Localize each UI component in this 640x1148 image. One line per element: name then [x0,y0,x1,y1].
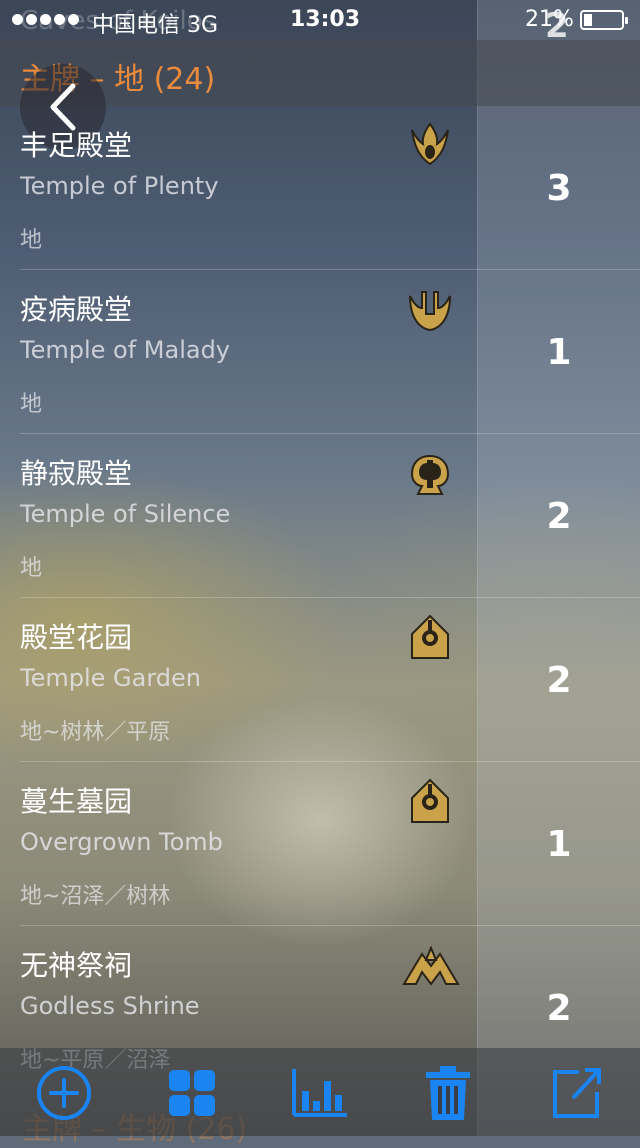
card-name-en: Temple of Malady [20,336,231,364]
card-name-cn: 无神祭祠 [20,949,133,982]
card-row[interactable]: 疫病殿堂 Temple of Malady 地 1 [0,270,640,434]
statistics-button[interactable] [290,1064,350,1122]
add-icon [37,1066,91,1120]
grid-icon [169,1070,215,1116]
m15-set-icon [409,291,451,332]
card-name-cn: 丰足殿堂 [20,129,133,162]
m15-set-icon [410,454,450,495]
card-type: 地~沼泽／树林 [20,884,171,909]
card-count: 2 [546,495,572,537]
share-icon [553,1068,601,1118]
card-row[interactable]: 丰足殿堂 Temple of Plenty 地 3 [0,106,640,270]
signal-strength-icon [12,14,79,25]
theros-set-icon [411,122,449,166]
card-count: 1 [546,823,572,865]
share-button[interactable] [546,1064,606,1122]
rtr-guild-set-icon [411,614,449,659]
card-name-cn: 蔓生墓园 [20,785,133,818]
card-type: 地~树林／平原 [20,720,171,745]
bottom-toolbar [0,1048,640,1136]
card-name-cn: 静寂殿堂 [20,457,133,490]
battery-icon [580,10,628,30]
card-count: 2 [546,659,572,701]
card-type: 地 [20,556,43,581]
card-name-en: Godless Shrine [20,992,200,1020]
card-row[interactable]: 静寂殿堂 Temple of Silence 地 2 [0,434,640,598]
card-count: 3 [546,167,572,209]
card-name-cn: 疫病殿堂 [20,293,133,326]
status-bar: 中国电信 3G 13:03 21% [0,0,640,40]
delete-button[interactable] [418,1064,478,1122]
carrier-label: 中国电信 3G [92,13,219,38]
card-name-en: Overgrown Tomb [20,828,223,856]
card-name-cn: 殿堂花园 [20,621,133,654]
card-name-en: Temple of Plenty [20,172,219,200]
card-row[interactable]: 蔓生墓园 Overgrown Tomb 地~沼泽／树林 1 [0,762,640,926]
grid-view-button[interactable] [162,1064,222,1122]
rtr-guild-set-icon [411,778,449,823]
card-row[interactable]: 殿堂花园 Temple Garden 地~树林／平原 2 [0,598,640,762]
card-name-en: Temple of Silence [20,500,231,528]
trash-icon [426,1066,470,1120]
card-name-en: Temple Garden [20,664,201,692]
card-type: 地 [20,392,43,417]
card-type: 地 [20,228,43,253]
card-count: 1 [546,331,572,373]
add-button[interactable] [34,1064,94,1122]
bar-chart-icon [292,1069,347,1117]
clock: 13:03 [290,7,361,32]
gatecrash-set-icon [402,945,460,986]
battery-percent: 21% [525,7,574,32]
